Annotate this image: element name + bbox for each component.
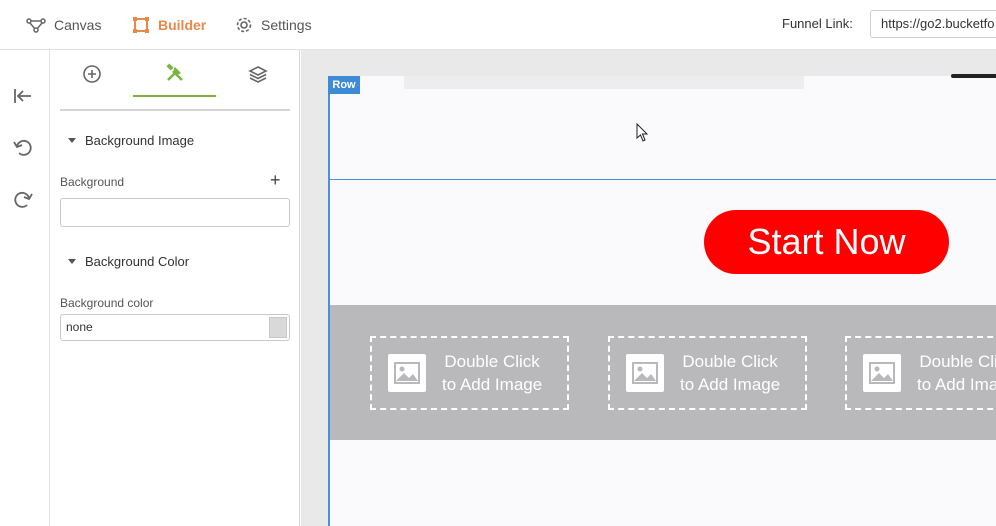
add-element-icon [82,65,101,83]
placeholder-line2: to Add Image [680,375,781,394]
funnel-link-input[interactable]: https://go2.bucketfo [870,10,996,38]
caret-down-icon [68,138,76,143]
placeholder-line1: Double Click [919,352,996,371]
background-color-section-toggle[interactable]: Background Color [68,254,189,269]
canvas-area: Row Start Now Double Click to Add Image … [301,50,996,526]
nav-builder-label: Builder [158,17,207,33]
background-color-heading: Background Color [85,254,190,269]
start-now-button[interactable]: Start Now [704,210,949,274]
background-image-heading: Background Image [85,133,195,148]
placeholder-line1: Double Click [682,352,778,371]
placeholder-line2: to Add Image [442,375,543,394]
add-background-button[interactable]: + [270,171,281,189]
image-icon [388,354,426,392]
image-placeholder[interactable]: Double Click to Add Image [370,336,569,410]
tab-tools[interactable] [133,50,216,97]
left-rail [0,50,50,526]
nav-canvas[interactable]: Canvas [26,14,101,36]
image-icon [863,354,901,392]
image-placeholder[interactable]: Double Click to Add Image [845,336,996,410]
background-color-value: none [66,320,93,334]
undo-icon [13,139,32,156]
placeholder-line2: to Add Image [917,375,996,394]
panel-tabs [50,50,300,98]
row-badge[interactable]: Row [328,76,360,94]
gear-icon [236,17,252,33]
background-color-input[interactable]: none [60,314,290,341]
collapse-panel-icon [14,89,31,103]
funnel-link-label: Funnel Link: [782,16,853,31]
panel-divider [60,109,290,111]
image-placeholder[interactable]: Double Click to Add Image [608,336,807,410]
color-picker-swatch[interactable] [269,317,287,338]
nav-canvas-label: Canvas [54,17,102,33]
layers-icon [247,66,268,83]
tab-layers[interactable] [216,50,299,98]
canvas-icon [26,18,46,33]
background-label: Background [60,175,125,189]
tab-add-element[interactable] [50,50,133,98]
builder-icon [133,17,149,33]
mouse-cursor-icon [636,123,649,142]
redo-icon [14,191,33,208]
nav-settings-label: Settings [261,17,312,33]
background-image-section-toggle[interactable]: Background Image [68,133,194,148]
image-icon [626,354,664,392]
placeholder-line1: Double Click [444,352,540,371]
background-color-label: Background color [60,296,154,310]
top-bar: Canvas Builder Settings Funnel Link: htt… [0,0,996,50]
undo-button[interactable] [12,137,34,159]
collapse-panel-button[interactable] [12,85,34,107]
tools-icon [165,62,183,81]
background-image-input[interactable] [60,198,290,227]
nav-builder[interactable]: Builder [132,14,206,36]
settings-panel: Background Image Background + Background… [50,50,300,526]
redo-button[interactable] [12,189,34,211]
selected-row-outline[interactable] [328,76,996,180]
nav-settings[interactable]: Settings [235,14,312,36]
caret-down-icon [68,259,76,264]
